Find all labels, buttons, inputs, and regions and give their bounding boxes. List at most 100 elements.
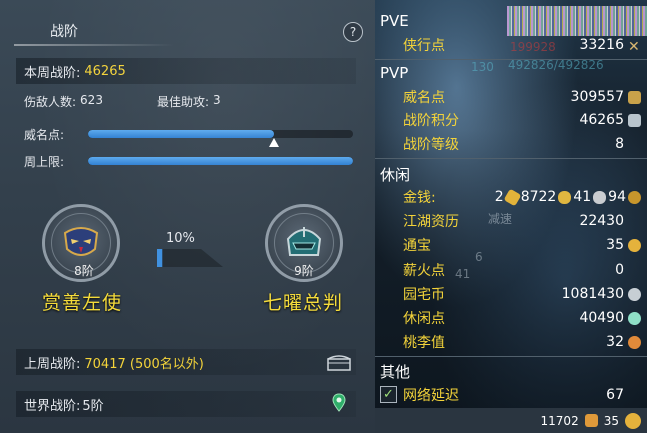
prestige-marker-icon (268, 138, 279, 147)
copper-coin-icon (628, 190, 641, 204)
spiral-icon (628, 287, 641, 301)
last-week-label: 上周战阶: (24, 356, 81, 372)
peach-icon (628, 335, 641, 349)
ghost-level: 130 (471, 60, 494, 74)
world-rank-row: 世界战阶: 5阶 (16, 391, 356, 417)
next-rank-level: 9阶 (294, 264, 314, 278)
pve-item-xiaxing: 侠行点 33216 ✕ (403, 34, 641, 56)
money-silver2: 41 (573, 189, 592, 205)
money-silver1: 8722 (520, 189, 557, 205)
panel-header: 战阶 (0, 14, 375, 48)
other-heading: 其他 (380, 363, 411, 381)
leisure-item: 休闲点 40490 (403, 307, 641, 329)
pvp-item-value: 46265 (579, 112, 624, 128)
leisure-heading: 休闲 (380, 166, 411, 184)
leisure-item-label: 桃李值 (403, 335, 445, 351)
pve-heading: PVE (380, 12, 409, 30)
silver-icon (593, 190, 607, 204)
weekly-cap-label: 周上限: (24, 155, 65, 169)
network-row: 网络延迟 67 (403, 384, 641, 406)
location-pin-icon[interactable] (332, 393, 346, 413)
last-week-row: 上周战阶: 70417 (500名以外) (16, 349, 356, 375)
footer-value-a: 11702 (540, 413, 579, 428)
money-gold: 2 (494, 189, 504, 205)
prestige-bar (88, 130, 353, 138)
pvp-item-value: 309557 (570, 89, 624, 105)
leisure-item-label: 休闲点 (403, 311, 445, 327)
leisure-item: 薪火点 0 (403, 259, 641, 281)
pvp-item-score: 战阶积分 46265 (403, 109, 641, 131)
helmet-icon (286, 227, 322, 256)
coin-icon[interactable] (625, 412, 641, 429)
prestige-icon (628, 90, 641, 104)
network-label: 网络延迟 (403, 388, 459, 404)
assist-label: 最佳助攻: (157, 95, 210, 109)
background-noise (507, 6, 647, 36)
flag-icon (584, 414, 598, 427)
world-rank-value: 5阶 (82, 398, 104, 414)
pvp-item-label: 战阶等级 (403, 137, 459, 153)
pvp-item-value: 8 (615, 136, 624, 152)
prestige-label: 威名点: (24, 128, 65, 142)
leisure-item: 园宅币 1081430 (403, 283, 641, 305)
kills-stat: 伤敌人数: 623 (24, 93, 103, 110)
weekly-cap-bar-fill (88, 157, 353, 165)
assist-stat: 最佳助攻: 3 (157, 93, 221, 110)
leisure-item-value: 32 (606, 334, 624, 350)
pve-item-value: 33216 (579, 37, 624, 53)
pve-item-label: 侠行点 (403, 38, 445, 54)
currency-panel: 199928 492826/492826 130 减速 41 6 PVE 侠行点… (375, 0, 647, 433)
divider (375, 356, 647, 357)
current-rank-name: 赏善左使 (42, 292, 123, 314)
money-label: 金钱: (403, 190, 436, 206)
divider (375, 158, 647, 159)
rank-progress-arrow (157, 249, 223, 267)
pvp-heading: PVP (380, 64, 409, 82)
rank-progress-percent: 10% (166, 231, 195, 246)
help-button[interactable]: ? (343, 22, 363, 42)
footer-value-b: 35 (603, 413, 619, 428)
leisure-item-value: 40490 (579, 310, 624, 326)
money-copper: 94 (608, 189, 626, 205)
leisure-item-value: 35 (606, 237, 624, 253)
money-row: 金钱: 2 8722 41 94 (403, 186, 641, 208)
leisure-item: 桃李值 32 (403, 331, 641, 353)
wing-badge-icon (628, 113, 641, 127)
network-checkbox[interactable]: ✓ (380, 386, 397, 403)
assist-value: 3 (213, 93, 221, 107)
chest-icon[interactable] (327, 355, 351, 371)
leisure-item-label: 薪火点 (403, 263, 445, 279)
leisure-item-value: 1081430 (561, 286, 624, 302)
network-value: 67 (606, 387, 624, 403)
world-rank-label: 世界战阶: (24, 398, 81, 414)
leisure-item-value: 0 (615, 262, 624, 278)
gold-ingot-icon (503, 188, 522, 206)
panel-title: 战阶 (50, 24, 78, 40)
last-week-value: 70417 (500名以外) (84, 356, 204, 372)
pvp-item-label: 威名点 (403, 90, 445, 106)
tongbao-coin-icon (628, 238, 641, 252)
mask-icon (63, 227, 99, 256)
leisure-item-label: 园宅币 (403, 287, 445, 303)
pvp-item-label: 战阶积分 (403, 113, 459, 129)
weekly-rank-label: 本周战阶: (24, 65, 81, 81)
title-underline (14, 44, 174, 46)
rank-panel: 战阶 ? 本周战阶: 46265 伤敌人数: 623 最佳助攻: 3 威名点: … (0, 0, 375, 433)
leisure-item-label: 江湖资历 (403, 214, 459, 230)
leisure-item-value: 22430 (579, 213, 624, 229)
weekly-rank-row: 本周战阶: 46265 (16, 58, 356, 84)
current-rank-level: 8阶 (74, 264, 94, 278)
pvp-item-prestige: 威名点 309557 (403, 86, 641, 108)
prestige-bar-fill (88, 130, 274, 138)
leisure-item-label: 通宝 (403, 238, 431, 254)
leisure-item: 通宝 35 (403, 234, 641, 256)
footer-bar: 11702 35 (375, 408, 647, 433)
pvp-item-level: 战阶等级 8 (403, 133, 641, 155)
kills-label: 伤敌人数: (24, 95, 77, 109)
weekly-cap-bar (88, 157, 353, 165)
divider (375, 59, 647, 60)
leaf-icon (628, 311, 641, 325)
ghost-hp-b: 492826/492826 (508, 58, 604, 72)
silver-ingot-icon (558, 190, 572, 204)
sword-icon: ✕ (628, 38, 640, 55)
